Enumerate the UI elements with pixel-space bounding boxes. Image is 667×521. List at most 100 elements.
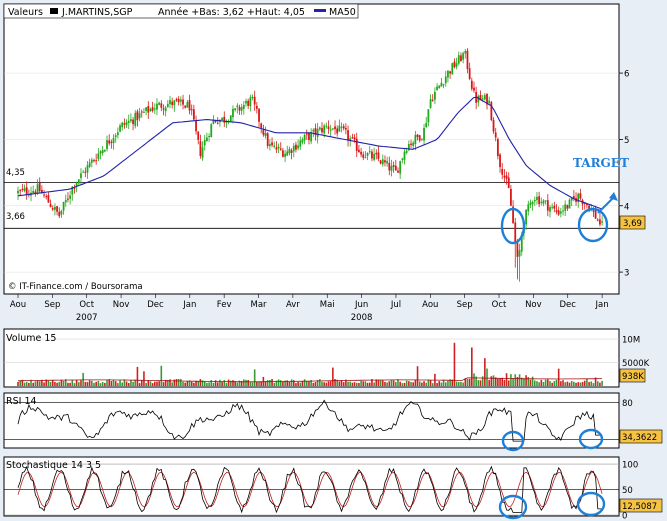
volume-bar (67, 382, 69, 386)
candle-body (292, 145, 295, 152)
candle-body (182, 99, 184, 105)
volume-bar (314, 382, 317, 386)
stochastic-y-tick-label: 100 (622, 461, 638, 471)
candle-body (90, 159, 93, 163)
candle-body (121, 122, 124, 128)
volume-bar (536, 381, 538, 386)
candle-body (77, 179, 80, 184)
candle-body (353, 137, 356, 140)
candle-body (331, 128, 334, 130)
volume-bar (395, 382, 397, 386)
candle-body (95, 160, 98, 162)
volume-bar (436, 383, 438, 386)
candle-body (536, 196, 538, 201)
candle-body (499, 154, 501, 168)
year-tick-label: 2007 (76, 313, 98, 323)
volume-bar (62, 380, 65, 386)
month-tick-label: Dec (560, 300, 577, 310)
volume-y-axis: 10M 5000K (622, 336, 650, 369)
candle-body (221, 117, 224, 121)
volume-bar (490, 376, 493, 386)
volume-bar (251, 382, 254, 386)
candle-body (344, 127, 347, 130)
volume-bar (134, 379, 137, 386)
candle-body (206, 137, 208, 142)
volume-bar (544, 379, 547, 386)
month-tick-label: Jan (182, 300, 196, 310)
volume-bar (112, 379, 115, 386)
candle-body (544, 200, 547, 202)
volume-bar (486, 368, 488, 386)
volume-bar (592, 383, 595, 386)
volume-bar (531, 376, 534, 386)
candle-body (557, 210, 560, 215)
candle-body (38, 182, 41, 192)
candle-body (175, 99, 178, 101)
candle-body (255, 105, 258, 109)
volume-bar (249, 382, 252, 386)
candle-body (284, 153, 286, 157)
hline-label-lower: 3,66 (6, 212, 25, 222)
candle-body (149, 108, 152, 112)
volume-bar (25, 381, 28, 386)
candle-body (279, 148, 282, 150)
candle-body (507, 177, 510, 188)
candle-body (436, 86, 438, 91)
volume-bar (392, 380, 395, 386)
volume-bar (238, 380, 241, 386)
volume-bar (457, 382, 460, 386)
volume-bar (425, 382, 428, 386)
volume-bar (153, 381, 156, 386)
candle-body (108, 140, 111, 144)
volume-bar (149, 381, 152, 386)
volume-bar (570, 381, 573, 386)
volume-bar (462, 382, 464, 386)
candle-body (327, 126, 330, 130)
volume-bar (579, 382, 582, 386)
candle-body (43, 194, 45, 196)
candle-body (418, 135, 421, 141)
chart-root: 6 5 4 3 Valeurs J.MARTINS,SGP Année +Bas: 3… (0, 0, 667, 521)
volume-bar (540, 379, 543, 386)
volume-bar (444, 382, 447, 386)
volume-bar (471, 347, 473, 386)
candle-body (368, 151, 371, 153)
volume-bar (119, 380, 121, 386)
candle-body (236, 105, 239, 108)
volume-bar (466, 378, 469, 386)
candle-body (384, 160, 386, 163)
volume-bar (288, 381, 291, 386)
candle-body (195, 120, 197, 132)
candle-body (358, 149, 360, 153)
candle-body (93, 160, 95, 162)
legend-ma-label: MA50 (329, 7, 356, 18)
candle-body (518, 250, 521, 257)
volume-bar (73, 383, 76, 386)
rsi-last-value: 34,3622 (622, 433, 657, 443)
volume-bar (349, 381, 352, 386)
candle-body (162, 108, 165, 110)
volume-bar (427, 379, 430, 386)
volume-bar (210, 380, 213, 386)
volume-bar (80, 380, 82, 386)
volume-bar (95, 381, 97, 386)
candle-body (268, 144, 271, 147)
candle-body (399, 161, 402, 174)
candle-body (423, 127, 425, 141)
candle-body (601, 221, 604, 223)
candle-body (451, 63, 454, 75)
volume-bar (405, 380, 408, 386)
volume-bar (77, 382, 80, 386)
candle-body (405, 150, 408, 153)
candle-body (360, 151, 362, 155)
candle-body (366, 152, 369, 156)
volume-bar (236, 382, 239, 386)
volume-bar (551, 382, 553, 386)
volume-bar (557, 368, 560, 386)
volume-bar (329, 381, 332, 386)
volume-bar (384, 381, 386, 386)
candle-body (555, 210, 558, 213)
candle-body (266, 133, 269, 146)
volume-bar (143, 371, 145, 386)
volume-bar (258, 381, 260, 386)
